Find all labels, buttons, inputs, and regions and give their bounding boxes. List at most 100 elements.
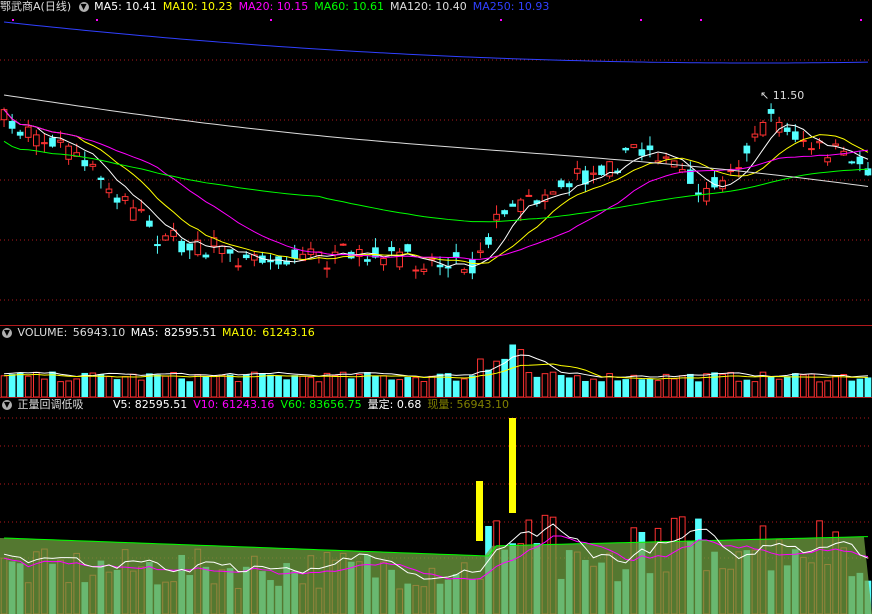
stock-title: 鄂武商A [0, 0, 41, 13]
volume-bar [622, 379, 630, 397]
volume-bar [275, 375, 282, 397]
volume-bar [557, 375, 565, 397]
candle-down [146, 220, 153, 227]
volume-bar [347, 378, 355, 397]
candle-down [485, 237, 492, 245]
candle-down [598, 165, 605, 176]
candle-down [242, 254, 250, 259]
volume-bar [194, 374, 202, 397]
candle-down [557, 180, 565, 188]
candle-up [832, 143, 839, 147]
ma-legend-item: MA10: 10.23 [162, 0, 233, 13]
indicator-legend: V5: 82595.51 V10: 61243.16 V60: 83656.75 量定… [113, 398, 515, 411]
volume-bar [832, 375, 839, 397]
volume-panel[interactable]: ▼ VOLUME: 56943.10 MA5: 82595.51 MA10: 6… [0, 326, 872, 397]
candle-down [743, 145, 751, 154]
collapse-icon[interactable]: ▼ [2, 400, 12, 410]
volume-bar [662, 373, 670, 397]
volume-bar [420, 381, 428, 397]
volume-bar [202, 376, 210, 397]
candle-down [202, 254, 210, 258]
candle-down [856, 156, 864, 165]
volume-bar [49, 371, 56, 397]
volume-bar [146, 373, 153, 397]
signal-marker [500, 19, 502, 21]
candle-up [121, 196, 129, 201]
candle-down [622, 147, 630, 151]
volume-bar [412, 377, 420, 397]
candle-up [759, 121, 767, 136]
volume-bar [323, 372, 331, 397]
volume-value: 56943.10 [72, 326, 126, 339]
volume-bar [735, 380, 743, 397]
volume-bar [711, 372, 718, 397]
volume-bar [670, 378, 678, 397]
candle-down [565, 183, 573, 188]
signal-marker [12, 19, 14, 21]
ma-legend-item: MA5: 10.41 [94, 0, 157, 13]
collapse-icon[interactable]: ▼ [78, 2, 89, 12]
signal-marker [860, 19, 862, 21]
period-label: (日线) [40, 0, 72, 13]
volume-bar [654, 380, 662, 397]
price-panel[interactable]: 鄂武商A(日线) ▼ MA5: 10.41 MA10: 10.23 MA20: 10… [0, 0, 872, 325]
volume-bar [226, 374, 234, 397]
candle-down [509, 203, 517, 207]
price-header: 鄂武商A(日线) ▼ MA5: 10.41 MA10: 10.23 MA20: 10… [0, 0, 872, 14]
volume-bar [824, 380, 831, 397]
indicator-chart[interactable] [0, 398, 872, 614]
volume-bar [590, 378, 597, 397]
candle-down [186, 243, 194, 251]
collapse-icon[interactable]: ▼ [2, 328, 12, 338]
high-price-value: 11.50 [772, 89, 805, 102]
volume-bar [816, 381, 823, 397]
candle-down [267, 260, 274, 263]
candle-down [364, 259, 371, 262]
volume-bar [97, 374, 105, 397]
volume-bar [800, 374, 807, 397]
ma5-line [3, 109, 869, 268]
vol-ma5-line [4, 354, 868, 378]
candle-down [404, 244, 412, 252]
candle-down [638, 149, 646, 156]
volume-bar [452, 380, 460, 397]
indicator-name: 正量回调低吸 [17, 398, 84, 411]
volume-bar [154, 374, 161, 397]
volume-bar [751, 381, 759, 397]
vol-ma10-line [4, 363, 868, 380]
price-chart[interactable] [0, 0, 872, 325]
candle-up [549, 191, 557, 195]
candle-up [234, 265, 242, 268]
candle-up [412, 269, 420, 272]
candle-down [695, 192, 702, 195]
volume-bar [121, 376, 129, 397]
candle-up [420, 268, 428, 272]
volume-bar [719, 373, 726, 397]
volume-bar [775, 378, 783, 397]
candle-up [380, 258, 387, 266]
candle-up [65, 145, 72, 160]
volume-bar [81, 372, 89, 397]
candle-up [57, 139, 64, 143]
candle-up [218, 245, 226, 254]
candle-up [33, 134, 40, 147]
indicator-legend-item: 现量: 56943.10 [427, 398, 510, 411]
candle-up [339, 243, 347, 246]
candle-down [226, 249, 234, 254]
indicator-panel[interactable]: ▼ 正量回调低吸 V5: 82595.51 V10: 61243.16 V60: 8… [0, 398, 872, 614]
candle-up [590, 172, 597, 175]
ma250-line [3, 21, 868, 64]
candle-up [808, 148, 815, 151]
volume-bar [380, 375, 387, 397]
volume-bar [283, 379, 290, 397]
candle-down [372, 247, 379, 258]
indicator-legend-item: 量定: 0.68 [367, 398, 422, 411]
volume-bar [501, 358, 508, 397]
candle-up [525, 194, 533, 197]
candle-up [517, 199, 525, 213]
indicator-legend-item: V10: 61243.16 [193, 398, 275, 411]
candle-up [460, 269, 468, 273]
indicator-legend-item: V60: 83656.75 [280, 398, 362, 411]
volume-bar [24, 375, 32, 397]
volume-bar [525, 372, 533, 397]
